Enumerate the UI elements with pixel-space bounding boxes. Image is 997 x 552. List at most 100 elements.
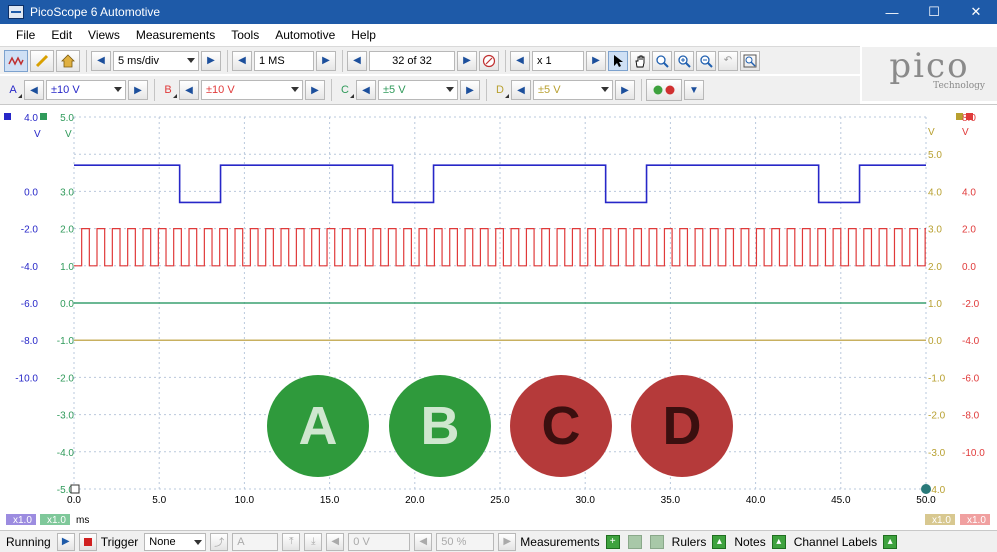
- axis-c-tick: 3.0: [60, 187, 74, 198]
- axis-b-scale: x1.0: [967, 515, 986, 526]
- menu-views[interactable]: Views: [80, 28, 128, 42]
- menu-file[interactable]: File: [8, 28, 43, 42]
- scope-view[interactable]: V V V V 4.0 0.0 -2.0 -4.0 -6.0 -8.0 -10.0 5.0 3…: [0, 104, 997, 526]
- axis-d-tick: -3.0: [928, 448, 946, 459]
- scope-mode-icon[interactable]: [4, 49, 28, 72]
- notes-toggle-icon[interactable]: ▴: [771, 534, 786, 549]
- add-measurement-icon[interactable]: +: [605, 534, 620, 549]
- maximize-button[interactable]: ☐: [913, 0, 955, 24]
- zoom-plus-icon[interactable]: [674, 50, 694, 71]
- timebase-select[interactable]: 5 ms/div: [113, 50, 199, 71]
- channel-c-label[interactable]: C: [336, 80, 354, 100]
- falling-edge-icon[interactable]: ⤓: [304, 532, 323, 551]
- circle-d-label: D: [631, 375, 733, 477]
- x-axis-ticks: 0.0 5.0 10.0 15.0 20.0 25.0 30.0 35.0 40.0 45.0 50…: [67, 495, 936, 506]
- channel-c-range-decrease[interactable]: ◀: [356, 80, 376, 100]
- timebase-increase-button[interactable]: ▶: [201, 50, 221, 71]
- zoom-out-icon[interactable]: [696, 50, 716, 71]
- channel-b-range-decrease[interactable]: ◀: [179, 80, 199, 100]
- pretrigger-field[interactable]: 50 %: [436, 532, 495, 551]
- delete-measurement-icon[interactable]: [649, 534, 664, 549]
- x-axis-tick: 20.0: [405, 495, 425, 506]
- status-bar: Running ▶ Trigger None ⤴ A ⤒ ⤓ ◀ 0 V ◀ 5…: [0, 530, 997, 552]
- axis-b-tick: -10.0: [962, 448, 985, 459]
- channel-labels-toggle-icon[interactable]: ▴: [883, 534, 898, 549]
- stop-icon[interactable]: [78, 532, 97, 551]
- trigger-source-select[interactable]: A: [232, 532, 279, 551]
- ruler-handle-right[interactable]: [921, 484, 931, 494]
- axis-d-tick: 0.0: [928, 336, 942, 347]
- trigger-mode-select[interactable]: None: [144, 532, 207, 551]
- x-axis-tick: 50.0: [916, 495, 936, 506]
- trigger-advanced-icon[interactable]: ⤴: [210, 532, 229, 551]
- main-toolbar: ◀ 5 ms/div ▶ ◀ 1 MS ▶ ◀ 32 of 32 ▶ ◀ x 1…: [0, 46, 860, 74]
- window-title: PicoScope 6 Automotive: [30, 5, 161, 19]
- samples-decrease-button[interactable]: ◀: [232, 50, 252, 71]
- rising-edge-icon[interactable]: ⤒: [282, 532, 301, 551]
- channel-d-range-select[interactable]: ±5 V: [533, 80, 613, 100]
- channel-c-range-increase[interactable]: ▶: [460, 80, 480, 100]
- x-axis-tick: 45.0: [831, 495, 851, 506]
- channel-a-range-select[interactable]: ±10 V: [46, 80, 126, 100]
- buffer-field[interactable]: 32 of 32: [369, 50, 455, 71]
- pretrigger-decrease-button[interactable]: ◀: [414, 532, 433, 551]
- pretrigger-increase-button[interactable]: ▶: [498, 532, 517, 551]
- axis-b-tick: -4.0: [962, 336, 980, 347]
- running-status: Running: [6, 534, 51, 549]
- buffer-next-button[interactable]: ▶: [457, 50, 477, 71]
- channel-a-range-decrease[interactable]: ◀: [24, 80, 44, 100]
- trigger-level-field[interactable]: 0 V: [348, 532, 411, 551]
- undo-zoom-icon[interactable]: ↶: [718, 50, 738, 71]
- close-button[interactable]: ✕: [955, 0, 997, 24]
- rulers-label: Rulers: [671, 534, 707, 549]
- scope-graph[interactable]: V V V V 4.0 0.0 -2.0 -4.0 -6.0 -8.0 -10.0 5.0 3…: [0, 105, 997, 527]
- axis-b-unit: V: [962, 127, 969, 138]
- level-decrease-button[interactable]: ◀: [326, 532, 345, 551]
- axis-c-tick: -2.0: [57, 373, 75, 384]
- zoom-decrease-button[interactable]: ◀: [510, 50, 530, 71]
- channel-d-range-decrease[interactable]: ◀: [511, 80, 531, 100]
- zoom-field[interactable]: x 1: [532, 50, 584, 71]
- circle-b-label: B: [389, 375, 491, 477]
- x-axis-tick: 5.0: [152, 495, 166, 506]
- channel-options-dropdown[interactable]: ▼: [684, 80, 704, 100]
- zoom-increase-button[interactable]: ▶: [586, 50, 606, 71]
- home-icon[interactable]: [56, 49, 80, 72]
- menu-automotive[interactable]: Automotive: [267, 28, 343, 42]
- channel-d-label[interactable]: D: [491, 80, 509, 100]
- hand-tool-icon[interactable]: [630, 50, 650, 71]
- edit-measurement-icon[interactable]: [627, 534, 642, 549]
- probe-icon[interactable]: [30, 49, 54, 72]
- channel-options-icon[interactable]: [646, 79, 682, 101]
- notes-label: Notes: [734, 534, 766, 549]
- pointer-tool-icon[interactable]: [608, 50, 628, 71]
- menu-edit[interactable]: Edit: [43, 28, 80, 42]
- zoom-in-icon[interactable]: [652, 50, 672, 71]
- trigger-level-value: 0 V: [353, 535, 370, 548]
- buffer-navigator-icon[interactable]: [479, 50, 499, 71]
- buffer-prev-button[interactable]: ◀: [347, 50, 367, 71]
- axis-a-tick: 4.0: [24, 113, 38, 124]
- channel-b-range-select[interactable]: ±10 V: [201, 80, 303, 100]
- menu-help[interactable]: Help: [343, 28, 384, 42]
- zoom-fit-icon[interactable]: [740, 50, 760, 71]
- channel-b-range-increase[interactable]: ▶: [305, 80, 325, 100]
- channel-c-range-select[interactable]: ±5 V: [378, 80, 458, 100]
- axis-a-tick: -6.0: [21, 299, 39, 310]
- axis-d-ticks: 5.04.03.02.01.00.0-1.0-2.0-3.0-4.0: [928, 150, 946, 496]
- menu-measurements[interactable]: Measurements: [128, 28, 223, 42]
- channel-a-range-increase[interactable]: ▶: [128, 80, 148, 100]
- samples-field[interactable]: 1 MS: [254, 50, 314, 71]
- menu-tools[interactable]: Tools: [223, 28, 267, 42]
- axis-b-tick: 8.0: [962, 113, 976, 124]
- ruler-handle-left[interactable]: [70, 484, 80, 494]
- pretrigger-value: 50 %: [441, 535, 467, 548]
- timebase-decrease-button[interactable]: ◀: [91, 50, 111, 71]
- minimize-button[interactable]: —: [871, 0, 913, 24]
- channel-b-label[interactable]: B: [159, 80, 177, 100]
- rulers-toggle-icon[interactable]: ▴: [712, 534, 727, 549]
- samples-increase-button[interactable]: ▶: [316, 50, 336, 71]
- run-icon[interactable]: ▶: [56, 532, 75, 551]
- channel-a-label[interactable]: A: [4, 80, 22, 100]
- channel-d-range-increase[interactable]: ▶: [615, 80, 635, 100]
